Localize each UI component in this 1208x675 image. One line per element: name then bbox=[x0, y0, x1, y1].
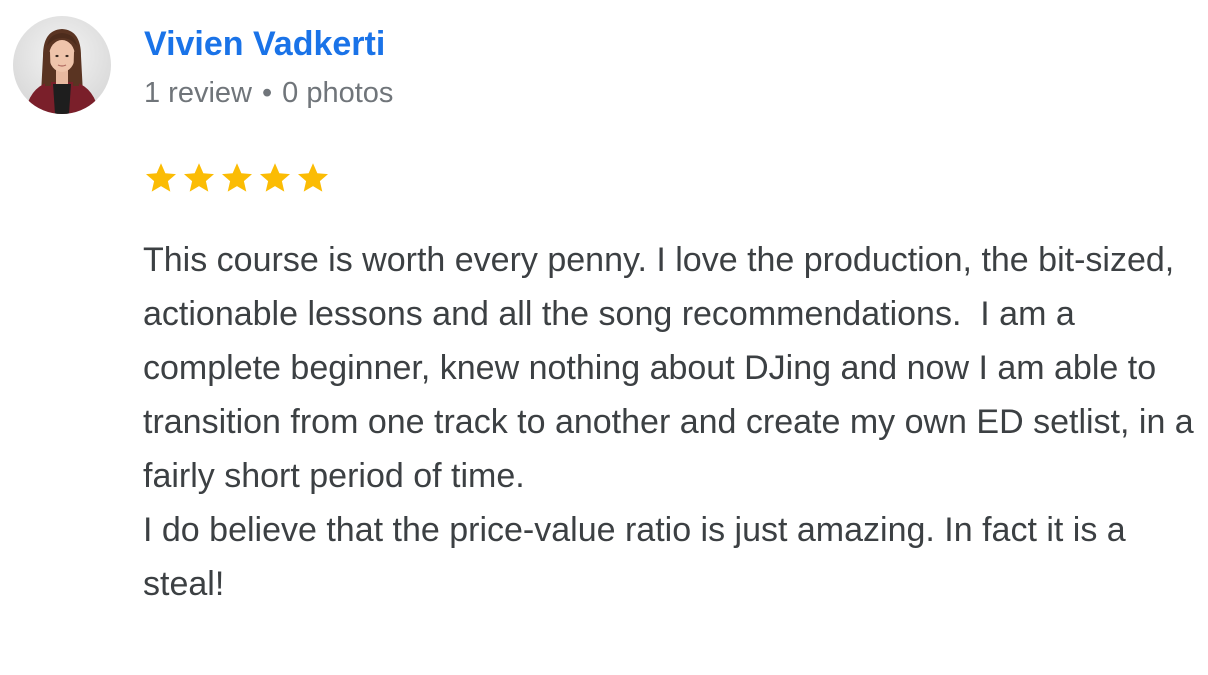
review-count: 1 review bbox=[144, 77, 252, 109]
star-icon bbox=[298, 163, 328, 192]
star-rating bbox=[143, 160, 331, 196]
reviewer-meta: 1 review • 0 photos bbox=[144, 74, 393, 112]
star-icon bbox=[184, 163, 214, 192]
photo-count: 0 photos bbox=[282, 77, 394, 109]
star-icon bbox=[260, 163, 290, 192]
review-text: This course is worth every penny. I love… bbox=[143, 233, 1201, 611]
avatar-photo bbox=[13, 16, 111, 114]
reviewer-name[interactable]: Vivien Vadkerti bbox=[144, 22, 385, 66]
avatar[interactable] bbox=[13, 16, 111, 114]
review-paragraph: I do believe that the price-value ratio … bbox=[143, 511, 1136, 603]
review-paragraph: This course is worth every penny. I love… bbox=[143, 241, 1204, 495]
star-icon bbox=[146, 163, 176, 192]
star-icon bbox=[222, 163, 252, 192]
meta-separator: • bbox=[262, 77, 273, 109]
